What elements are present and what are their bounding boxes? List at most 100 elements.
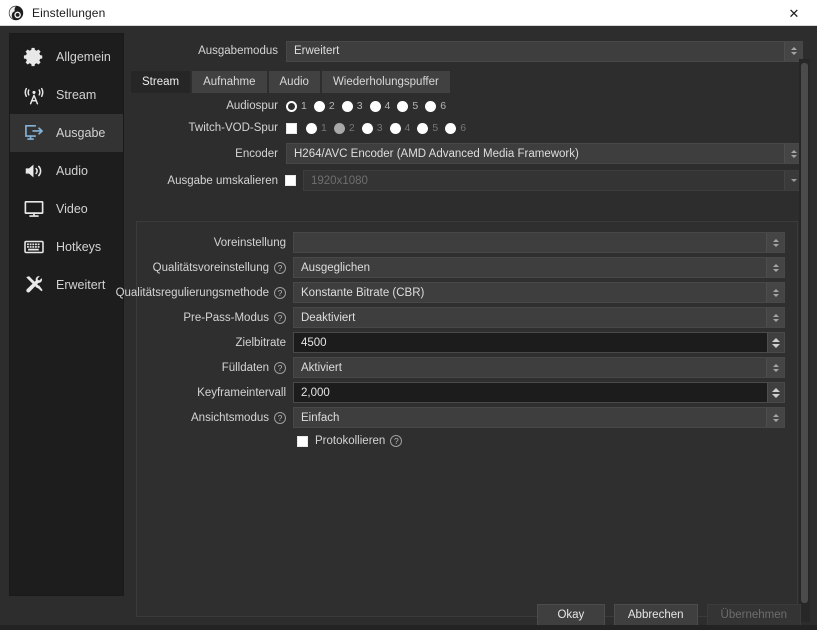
output-mode-select[interactable]: Erweitert	[286, 41, 803, 62]
chevron-updown-icon[interactable]	[766, 308, 784, 327]
audio-track-option-1[interactable]: 1	[286, 100, 307, 112]
ok-button[interactable]: Okay	[537, 604, 605, 627]
audio-track-option-4[interactable]: 4	[370, 100, 391, 112]
sidebar-item-erweitert[interactable]: Erweitert	[10, 266, 123, 304]
output-mode-row: Ausgabemodus Erweitert	[131, 40, 803, 62]
rescale-select[interactable]: 1920x1080	[303, 170, 803, 191]
pre-pass-modus-select[interactable]: Deaktiviert	[293, 307, 785, 328]
track-number: 4	[405, 122, 411, 134]
spinner-updown-icon[interactable]	[767, 333, 784, 352]
vod-track-checkbox[interactable]	[286, 123, 297, 134]
apply-button[interactable]: Übernehmen	[707, 604, 801, 627]
audio-track-option-3[interactable]: 3	[342, 100, 363, 112]
output-tabbar: Stream Aufnahme Audio Wiederholungspuffe…	[131, 71, 452, 93]
ansichtsmodus-select[interactable]: Einfach	[293, 407, 785, 428]
radio-icon[interactable]	[445, 123, 456, 134]
close-icon[interactable]: ✕	[771, 0, 817, 26]
protokollieren-checkbox[interactable]	[297, 436, 308, 447]
tab-audio[interactable]: Audio	[269, 71, 320, 93]
keyboard-icon	[21, 234, 47, 260]
help-icon[interactable]: ?	[274, 287, 286, 299]
protokollieren-row: Protokollieren ?	[137, 432, 797, 450]
keyframeintervall-input[interactable]: 2,000	[293, 382, 785, 403]
sidebar-item-allgemein[interactable]: Allgemein	[10, 38, 123, 76]
radio-icon[interactable]	[334, 123, 345, 134]
sidebar-item-ausgabe[interactable]: Ausgabe	[10, 114, 123, 152]
vod-track-option-4[interactable]: 4	[390, 122, 411, 134]
radio-icon[interactable]	[342, 101, 353, 112]
audio-track-option-6[interactable]: 6	[425, 100, 446, 112]
tab-stream[interactable]: Stream	[131, 71, 190, 93]
radio-icon[interactable]	[362, 123, 373, 134]
track-number: 3	[357, 100, 363, 112]
scrollbar-thumb[interactable]	[801, 63, 808, 603]
help-icon[interactable]: ?	[274, 262, 286, 274]
spinner-updown-icon[interactable]	[767, 383, 784, 402]
voreinstellung-select[interactable]	[293, 232, 785, 253]
chevron-updown-icon[interactable]	[766, 283, 784, 302]
help-icon[interactable]: ?	[390, 435, 402, 447]
sidebar-item-label: Video	[56, 202, 88, 216]
tab-aufnahme[interactable]: Aufnahme	[192, 71, 266, 93]
radio-icon[interactable]	[306, 123, 317, 134]
setting-row-qualitaetsregulierungsmethode: Qualitätsregulierungsmethode ? Konstante…	[137, 282, 797, 303]
qualitaetsregulierungsmethode-select[interactable]: Konstante Bitrate (CBR)	[293, 282, 785, 303]
zielbitrate-input[interactable]: 4500	[293, 332, 785, 353]
radio-icon[interactable]	[286, 101, 297, 112]
radio-icon[interactable]	[314, 101, 325, 112]
track-number: 6	[460, 122, 466, 134]
output-mode-label: Ausgabemodus	[131, 45, 286, 57]
sidebar-item-video[interactable]: Video	[10, 190, 123, 228]
qualitaetsvoreinstellung-select[interactable]: Ausgeglichen	[293, 257, 785, 278]
setting-value: Aktiviert	[301, 362, 342, 374]
setting-row-voreinstellung: Voreinstellung	[137, 232, 797, 253]
cancel-button[interactable]: Abbrechen	[614, 604, 698, 627]
vod-track-option-1[interactable]: 1	[306, 122, 327, 134]
sidebar-item-label: Allgemein	[56, 50, 111, 64]
protokollieren-label: Protokollieren	[315, 435, 385, 447]
setting-row-keyframeintervall: Keyframeintervall 2,000	[137, 382, 797, 403]
audio-track-option-2[interactable]: 2	[314, 100, 335, 112]
track-number: 1	[321, 122, 327, 134]
chevron-updown-icon[interactable]	[766, 258, 784, 277]
vod-track-option-5[interactable]: 5	[417, 122, 438, 134]
chevron-updown-icon[interactable]	[766, 358, 784, 377]
vod-track-option-6[interactable]: 6	[445, 122, 466, 134]
radio-icon[interactable]	[425, 101, 436, 112]
setting-label: Keyframeintervall	[197, 387, 286, 399]
rescale-checkbox[interactable]	[285, 175, 296, 186]
rescale-row: Ausgabe umskalieren 1920x1080	[131, 170, 803, 191]
sidebar-item-audio[interactable]: Audio	[10, 152, 123, 190]
setting-value: Konstante Bitrate (CBR)	[301, 287, 424, 299]
radio-icon[interactable]	[397, 101, 408, 112]
encoder-select[interactable]: H264/AVC Encoder (AMD Advanced Media Fra…	[286, 143, 803, 164]
audio-track-option-5[interactable]: 5	[397, 100, 418, 112]
rescale-label: Ausgabe umskalieren	[131, 175, 286, 187]
vod-track-option-3[interactable]: 3	[362, 122, 383, 134]
encoder-row: Encoder H264/AVC Encoder (AMD Advanced M…	[131, 143, 803, 164]
settings-main-panel: Ausgabemodus Erweitert Stream Aufnahme A…	[131, 33, 810, 596]
setting-value: 4500	[301, 337, 327, 349]
audio-track-label: Audiospur	[131, 100, 286, 112]
output-mode-value: Erweitert	[294, 45, 339, 57]
radio-icon[interactable]	[370, 101, 381, 112]
sidebar-item-hotkeys[interactable]: Hotkeys	[10, 228, 123, 266]
fuelldaten-select[interactable]: Aktiviert	[293, 357, 785, 378]
vod-track-option-2[interactable]: 2	[334, 122, 355, 134]
sidebar-item-stream[interactable]: Stream	[10, 76, 123, 114]
radio-icon[interactable]	[417, 123, 428, 134]
help-icon[interactable]: ?	[274, 312, 286, 324]
help-icon[interactable]: ?	[274, 362, 286, 374]
help-icon[interactable]: ?	[274, 412, 286, 424]
chevron-updown-icon[interactable]	[784, 42, 802, 61]
setting-row-zielbitrate: Zielbitrate 4500	[137, 332, 797, 353]
vertical-scrollbar[interactable]	[799, 59, 810, 622]
setting-row-qualitaetsvoreinstellung: Qualitätsvoreinstellung ? Ausgeglichen	[137, 257, 797, 278]
sidebar-item-label: Audio	[56, 164, 88, 178]
settings-sidebar: Allgemein Stream	[9, 33, 124, 596]
tab-wiederholungspuffer[interactable]: Wiederholungspuffer	[322, 71, 450, 93]
chevron-updown-icon[interactable]	[766, 233, 784, 252]
sidebar-item-label: Stream	[56, 88, 96, 102]
chevron-updown-icon[interactable]	[766, 408, 784, 427]
radio-icon[interactable]	[390, 123, 401, 134]
